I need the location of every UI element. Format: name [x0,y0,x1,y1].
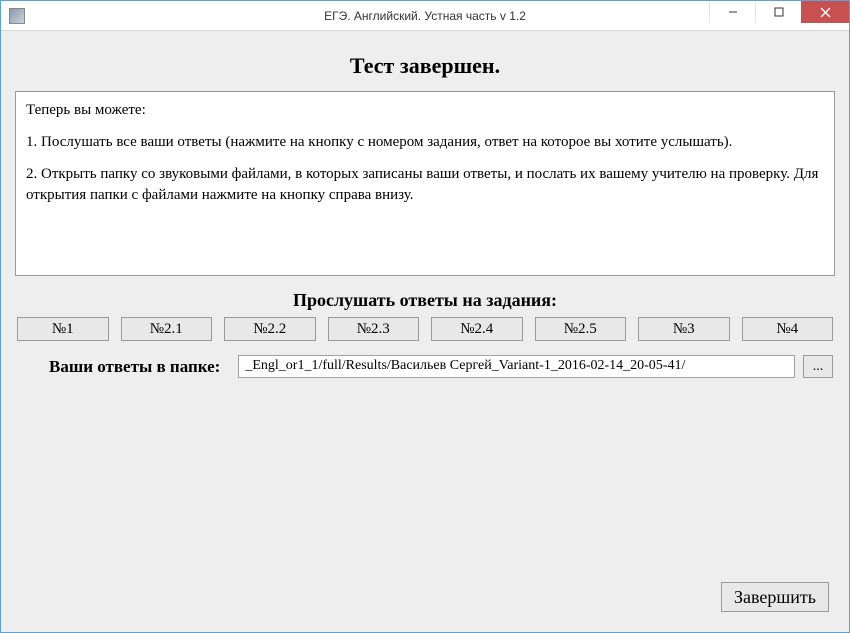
info-text-line: 2. Открыть папку со звуковыми файлами, в… [26,164,824,208]
info-text-line: Теперь вы можете: [26,100,824,122]
maximize-icon [774,7,784,17]
info-text-line: 1. Послушать все ваши ответы (нажмите на… [26,132,824,154]
info-box: Теперь вы можете: 1. Послушать все ваши … [15,91,835,276]
page-title: Тест завершен. [15,53,835,79]
app-icon [9,8,25,24]
answer-button-2-3[interactable]: №2.3 [328,317,420,341]
titlebar: ЕГЭ. Английский. Устная часть v 1.2 [1,1,849,31]
answer-button-2-5[interactable]: №2.5 [535,317,627,341]
listen-heading: Прослушать ответы на задания: [15,290,835,311]
window-title: ЕГЭ. Английский. Устная часть v 1.2 [324,9,526,23]
browse-button[interactable]: ... [803,355,833,378]
folder-path-field[interactable]: _Engl_or1_1/full/Results/Васильев Сергей… [238,355,795,378]
answer-button-2-2[interactable]: №2.2 [224,317,316,341]
answer-button-3[interactable]: №3 [638,317,730,341]
answer-button-4[interactable]: №4 [742,317,834,341]
finish-button[interactable]: Завершить [721,582,829,612]
close-icon [820,7,831,18]
maximize-button[interactable] [755,1,801,23]
answer-button-1[interactable]: №1 [17,317,109,341]
answer-button-2-1[interactable]: №2.1 [121,317,213,341]
client-area: Тест завершен. Теперь вы можете: 1. Посл… [1,31,849,632]
app-window: ЕГЭ. Английский. Устная часть v 1.2 Тест… [0,0,850,633]
minimize-button[interactable] [709,1,755,23]
answer-buttons-row: №1 №2.1 №2.2 №2.3 №2.4 №2.5 №3 №4 [15,317,835,341]
close-button[interactable] [801,1,849,23]
window-controls [709,1,849,30]
folder-row: Ваши ответы в папке: _Engl_or1_1/full/Re… [15,355,835,378]
minimize-icon [728,7,738,17]
answer-button-2-4[interactable]: №2.4 [431,317,523,341]
folder-label: Ваши ответы в папке: [49,357,220,377]
